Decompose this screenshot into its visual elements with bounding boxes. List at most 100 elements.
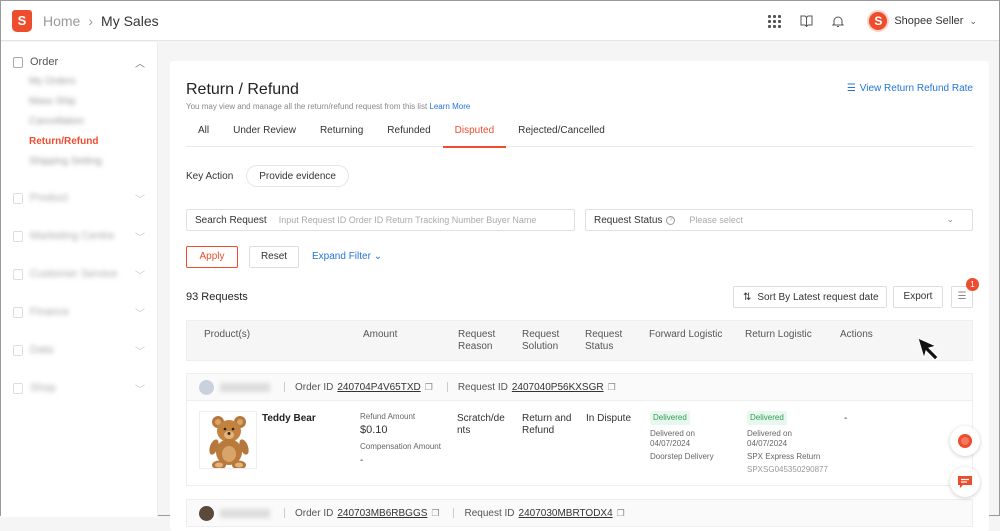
apps-grid-icon[interactable] bbox=[767, 14, 781, 28]
buyer-avatar bbox=[199, 505, 214, 521]
sidebar-group-marketing[interactable]: Marketing Centre ﹀ bbox=[1, 226, 157, 246]
order-id-link[interactable]: 240703MB6RBGGS bbox=[337, 508, 427, 519]
sidebar-group-finance[interactable]: Finance ﹀ bbox=[1, 302, 157, 322]
product-thumbnail[interactable] bbox=[199, 411, 257, 469]
search-request-input[interactable]: Input Request ID Order ID Return Trackin… bbox=[279, 215, 537, 225]
chevron-down-icon: ﹀ bbox=[135, 270, 145, 282]
column-header-actions: Actions bbox=[840, 329, 873, 340]
actions-cell: - bbox=[844, 413, 848, 424]
sidebar-item-cancellation[interactable]: Cancellation bbox=[1, 112, 157, 132]
reason-line: nts bbox=[457, 425, 471, 436]
sidebar-group-label: Data bbox=[30, 344, 54, 356]
sidebar: Order ︿ My Orders Mass Ship Cancellation… bbox=[1, 42, 158, 517]
expand-filter-button[interactable]: Expand Filter ⌄ bbox=[312, 251, 382, 262]
sidebar-group-customer-service[interactable]: Customer Service ﹀ bbox=[1, 264, 157, 284]
copy-icon[interactable]: ❐ bbox=[608, 382, 616, 393]
table-row[interactable]: Teddy Bear Refund Amount $0.10 Compensat… bbox=[186, 401, 973, 486]
return-method: SPX Express Return bbox=[747, 452, 821, 461]
sidebar-group-data[interactable]: Data ﹀ bbox=[1, 340, 157, 360]
chevron-down-icon: ⌄ bbox=[969, 15, 977, 26]
teddy-bear-image bbox=[200, 412, 256, 468]
export-button[interactable]: Export bbox=[893, 286, 943, 308]
search-request-label: Search Request bbox=[195, 214, 267, 226]
tab-under-review[interactable]: Under Review bbox=[221, 119, 308, 147]
request-id-link[interactable]: 2407040P56KXSGR bbox=[512, 382, 604, 393]
bell-icon[interactable] bbox=[831, 14, 845, 28]
sidebar-item-return-refund[interactable]: Return/Refund bbox=[1, 132, 157, 152]
copy-icon[interactable]: ❐ bbox=[617, 508, 625, 519]
shop-account-menu[interactable]: S Shopee Seller ⌄ bbox=[867, 10, 977, 32]
column-header-line: Reason bbox=[458, 341, 493, 352]
chat-button[interactable] bbox=[950, 467, 980, 497]
buyer-name bbox=[220, 382, 270, 392]
forward-logistic-cell: Delivered Delivered on 04/07/2024 Doorst… bbox=[650, 411, 714, 463]
delivered-badge: Delivered bbox=[747, 411, 787, 425]
breadcrumb-separator-icon: › bbox=[88, 12, 94, 29]
sidebar-group-product[interactable]: Product ﹀ bbox=[1, 188, 157, 208]
shop-name: Shopee Seller bbox=[894, 15, 964, 27]
delivered-badge: Delivered bbox=[650, 411, 690, 425]
tab-disputed[interactable]: Disputed bbox=[442, 119, 507, 148]
tab-all[interactable]: All bbox=[186, 119, 221, 147]
product-name[interactable]: Teddy Bear bbox=[262, 413, 316, 424]
divider bbox=[284, 508, 285, 518]
sidebar-item-shipping-setting[interactable]: Shipping Setting bbox=[1, 152, 157, 172]
search-request-field[interactable]: Search Request Input Request ID Order ID… bbox=[186, 209, 575, 231]
order-header: Order ID 240703MB6RBGGS ❐ Request ID 240… bbox=[186, 499, 973, 527]
breadcrumb-home[interactable]: Home bbox=[43, 13, 80, 29]
book-icon[interactable] bbox=[799, 14, 813, 28]
shop-icon bbox=[13, 382, 23, 394]
reset-button[interactable]: Reset bbox=[249, 246, 299, 268]
request-count: 93 Requests bbox=[186, 291, 248, 303]
column-header-forward-logistic: Forward Logistic bbox=[649, 329, 723, 340]
provide-evidence-filter[interactable]: Provide evidence bbox=[246, 165, 349, 187]
rate-link-label: View Return Refund Rate bbox=[859, 83, 973, 94]
divider bbox=[446, 382, 448, 392]
sidebar-group-label: Customer Service bbox=[30, 268, 118, 280]
forward-date-line: Delivered on bbox=[650, 429, 695, 438]
solution-line: Return and bbox=[522, 413, 572, 424]
buyer-avatar bbox=[199, 379, 214, 395]
copy-icon[interactable]: ❐ bbox=[425, 382, 433, 393]
sidebar-group-order[interactable]: Order ︿ bbox=[1, 52, 157, 72]
copy-icon[interactable]: ❐ bbox=[431, 508, 439, 519]
divider bbox=[284, 382, 285, 392]
refund-amount-value: $0.10 bbox=[360, 424, 388, 436]
tab-refunded[interactable]: Refunded bbox=[375, 119, 442, 147]
assistant-button[interactable] bbox=[950, 426, 980, 456]
column-header-return-logistic: Return Logistic bbox=[745, 329, 812, 340]
shopee-logo-icon[interactable]: S bbox=[12, 9, 32, 32]
order-id-label: Order ID bbox=[295, 381, 334, 393]
page-subtitle-text: You may view and manage all the return/r… bbox=[186, 102, 428, 111]
sidebar-group-label: Order bbox=[30, 56, 59, 68]
solution-line: Refund bbox=[522, 425, 555, 436]
chevron-down-icon: ⌄ bbox=[373, 251, 383, 262]
order-header: Order ID 240704P4V65TXD ❐ Request ID 240… bbox=[186, 373, 973, 401]
chevron-down-icon: ﹀ bbox=[135, 232, 145, 244]
order-id-link[interactable]: 240704P4V65TXD bbox=[337, 382, 420, 393]
learn-more-link[interactable]: Learn More bbox=[429, 102, 470, 111]
chevron-down-icon: ﹀ bbox=[135, 346, 145, 358]
buyer-name bbox=[220, 508, 270, 518]
sidebar-item-mass-ship[interactable]: Mass Ship bbox=[1, 92, 157, 112]
key-action-row: Key Action Provide evidence bbox=[186, 165, 349, 187]
tab-rejected-cancelled[interactable]: Rejected/Cancelled bbox=[506, 119, 617, 147]
sidebar-group-label: Marketing Centre bbox=[30, 230, 115, 242]
request-status-select[interactable]: Request Status ? Please select ⌄ bbox=[585, 209, 973, 231]
tab-returning[interactable]: Returning bbox=[308, 119, 375, 147]
forward-method: Doorstep Delivery bbox=[650, 452, 714, 461]
sidebar-group-label: Finance bbox=[30, 306, 70, 318]
sidebar-group-shop[interactable]: Shop ﹀ bbox=[1, 378, 157, 398]
apply-button[interactable]: Apply bbox=[186, 246, 238, 268]
sort-button[interactable]: ⇅ Sort By Latest request date bbox=[733, 286, 887, 308]
sidebar-item-my-orders[interactable]: My Orders bbox=[1, 72, 157, 92]
view-return-refund-rate-link[interactable]: ☰ View Return Refund Rate bbox=[847, 83, 973, 94]
return-logistic-cell: Delivered Delivered on 04/07/2024 SPX Ex… bbox=[747, 411, 828, 476]
chevron-down-icon: ﹀ bbox=[135, 308, 145, 320]
sort-label: Sort By Latest request date bbox=[757, 291, 879, 303]
request-id-link[interactable]: 2407030MBRTODX4 bbox=[519, 508, 613, 519]
help-icon[interactable]: ? bbox=[666, 215, 676, 225]
chevron-down-icon: ﹀ bbox=[135, 384, 145, 396]
table-header: Product(s) Amount Request Reason Request… bbox=[186, 320, 973, 361]
forward-date-line: 04/07/2024 bbox=[650, 439, 691, 448]
